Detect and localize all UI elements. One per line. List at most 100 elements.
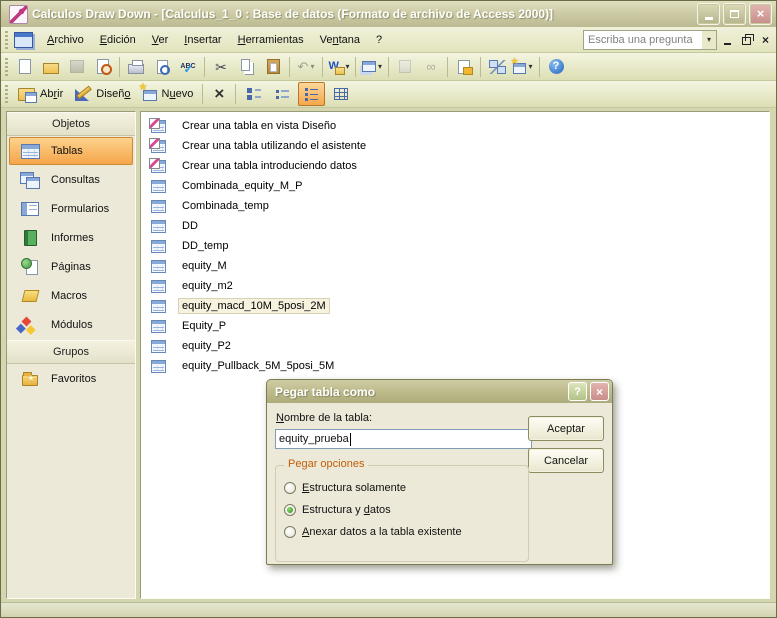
ask-question-combobox[interactable]: Escriba una pregunta ▾: [583, 30, 717, 50]
objects-items: TablasConsultasFormulariosInformesPágina…: [7, 137, 135, 339]
save-icon: [70, 60, 84, 73]
child-minimize-button[interactable]: [719, 32, 736, 48]
groups-header[interactable]: Grupos: [7, 340, 135, 364]
objects-header[interactable]: Objetos: [7, 112, 135, 136]
paste-button[interactable]: [261, 55, 285, 79]
sidebar-item-informes[interactable]: Informes: [9, 224, 133, 252]
relationships-icon: [489, 60, 506, 74]
dialog-title-bar: Pegar tabla como ? ×: [267, 380, 612, 403]
sidebar-item-macros[interactable]: Macros: [9, 282, 133, 310]
table-icon-wrap: [150, 300, 167, 313]
table-name-input[interactable]: equity_prueba: [275, 429, 532, 449]
paste-icon: [267, 59, 280, 74]
new-object-icon: [513, 63, 526, 74]
menu-ayuda[interactable]: ?: [368, 30, 390, 50]
table-row[interactable]: DD: [141, 216, 769, 236]
table-row[interactable]: equity_macd_10M_5posi_2M: [141, 296, 769, 316]
dialog-help-button[interactable]: ?: [568, 382, 587, 401]
table-row[interactable]: Combinada_temp: [141, 196, 769, 216]
table-name-label: Combinada_temp: [178, 198, 273, 214]
radio-button[interactable]: [284, 482, 296, 494]
abrir-button-label: Abrir: [40, 88, 63, 100]
table-row[interactable]: Equity_P: [141, 316, 769, 336]
sidebar-item-modulos[interactable]: Módulos: [9, 311, 133, 339]
toolbar-grip[interactable]: [5, 58, 8, 76]
nuevo-button[interactable]: Nuevo: [137, 81, 200, 107]
menu-edicion[interactable]: Edición: [92, 30, 144, 50]
paste-option-row[interactable]: Anexar datos a la tabla existente: [284, 524, 462, 539]
dropdown-arrow-icon[interactable]: ▾: [345, 62, 349, 71]
chevron-down-icon[interactable]: ▾: [702, 31, 716, 49]
minimize-button[interactable]: [697, 3, 720, 25]
table-row[interactable]: equity_P2: [141, 336, 769, 356]
table-row[interactable]: equity_m2: [141, 276, 769, 296]
large-icons-button[interactable]: [240, 82, 267, 106]
menu-herramientas[interactable]: Herramientas: [230, 30, 312, 50]
table-icon-wrap: [150, 180, 167, 193]
menu-archivo[interactable]: Archivo: [39, 30, 92, 50]
diseno-button[interactable]: Diseño: [69, 81, 136, 107]
sidebar-group-favoritos[interactable]: Favoritos: [9, 365, 133, 393]
sidebar-item-formularios[interactable]: Formularios: [9, 195, 133, 223]
toolbar-grip[interactable]: [5, 31, 8, 49]
properties-button[interactable]: [452, 55, 476, 79]
child-restore-button[interactable]: [738, 32, 755, 48]
dropdown-arrow-icon[interactable]: ▾: [378, 62, 382, 71]
copy-button[interactable]: [235, 55, 259, 79]
table-row[interactable]: Combinada_equity_M_P: [141, 176, 769, 196]
queries-icon-wrap: [18, 172, 42, 188]
copy-icon: [241, 59, 250, 71]
sidebar-item-paginas[interactable]: Páginas: [9, 253, 133, 281]
cancel-button[interactable]: Cancelar: [528, 448, 604, 473]
maximize-button[interactable]: [723, 3, 746, 25]
print-preview-button[interactable]: [150, 55, 174, 79]
relationships-button[interactable]: [485, 55, 509, 79]
analyze-button[interactable]: ▾: [360, 55, 384, 79]
table-row[interactable]: equity_Pullback_5M_5posi_5M: [141, 356, 769, 376]
forms-icon-wrap: [18, 202, 42, 216]
list-view-button[interactable]: [298, 82, 325, 106]
dropdown-arrow-icon[interactable]: ▾: [528, 62, 532, 71]
sidebar-item-consultas[interactable]: Consultas: [9, 166, 133, 194]
menu-insertar[interactable]: Insertar: [176, 30, 229, 50]
tables-icon: [21, 144, 40, 159]
file-search-button[interactable]: [91, 55, 115, 79]
create-table-shortcut[interactable]: Crear una tabla en vista Diseño: [141, 116, 769, 136]
delete-button[interactable]: ×: [207, 82, 231, 106]
accept-button[interactable]: Aceptar: [528, 416, 604, 441]
menu-ventana[interactable]: Ventana: [312, 30, 368, 50]
new-button[interactable]: [13, 55, 37, 79]
help-button[interactable]: ?: [544, 55, 568, 79]
open-button[interactable]: [39, 55, 63, 79]
toolbar-separator: [289, 57, 290, 77]
toolbar-grip[interactable]: [5, 85, 8, 103]
create-table-shortcut[interactable]: Crear una tabla utilizando el asistente: [141, 136, 769, 156]
dialog-close-button[interactable]: ×: [590, 382, 609, 401]
paste-option-row[interactable]: Estructura y datos: [284, 502, 391, 517]
radio-button-selected[interactable]: [284, 504, 296, 516]
create-table-shortcut[interactable]: Crear una tabla introduciendo datos: [141, 156, 769, 176]
cut-button[interactable]: ✂: [209, 55, 233, 79]
radio-button[interactable]: [284, 526, 296, 538]
toolbar-separator: [480, 57, 481, 77]
table-row[interactable]: equity_M: [141, 256, 769, 276]
abrir-button[interactable]: Abrir: [12, 81, 69, 107]
sidebar-item-tablas[interactable]: Tablas: [9, 137, 133, 165]
toolbar-separator: [322, 57, 323, 77]
paste-option-row[interactable]: Estructura solamente: [284, 480, 406, 495]
favorites-icon-wrap: [18, 372, 42, 386]
details-view-button[interactable]: [327, 82, 354, 106]
child-close-button[interactable]: ×: [757, 32, 774, 48]
print-button[interactable]: [124, 55, 148, 79]
table-icon: [151, 360, 166, 373]
table-row[interactable]: DD_temp: [141, 236, 769, 256]
new-object-button[interactable]: ▾: [511, 55, 535, 79]
close-button[interactable]: ×: [749, 3, 772, 25]
table-icon-wrap: [150, 240, 167, 253]
spelling-button[interactable]: ABC: [176, 55, 200, 79]
access-window: Calculos Draw Down - [Calculus_1_0 : Bas…: [0, 0, 777, 618]
table-icon-wrap: [150, 340, 167, 353]
small-icons-button[interactable]: [269, 82, 296, 106]
menu-ver[interactable]: Ver: [144, 30, 177, 50]
office-links-button[interactable]: W▾: [327, 55, 351, 79]
